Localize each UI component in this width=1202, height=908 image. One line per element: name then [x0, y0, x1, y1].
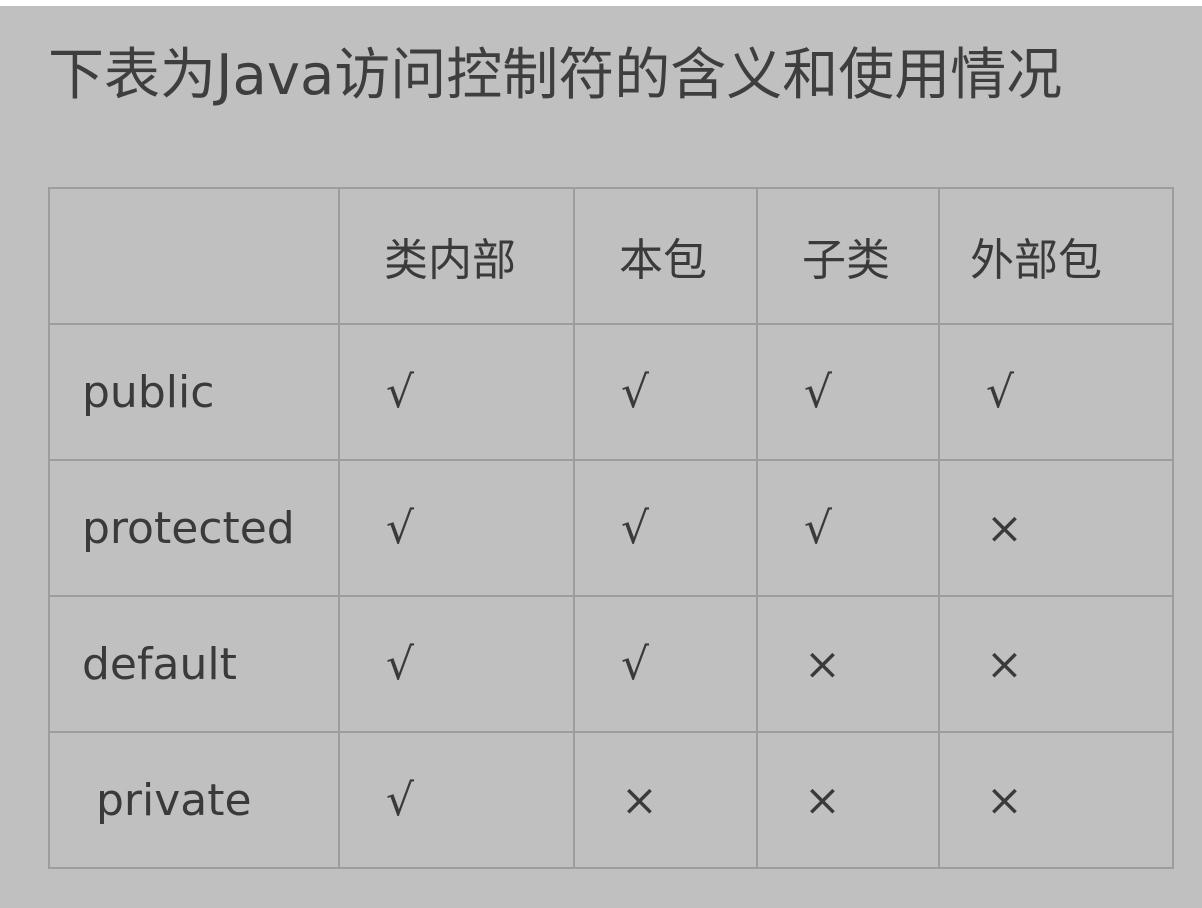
mark-cell: √ — [573, 323, 758, 461]
mark-cell: √ — [756, 323, 940, 461]
top-strip — [0, 0, 1202, 6]
table-row: public √ √ √ √ — [48, 323, 1174, 461]
mark-cell: × — [938, 595, 1174, 733]
mark-cell: √ — [338, 731, 575, 869]
mark-cell: √ — [338, 459, 575, 597]
row-label-default: default — [48, 595, 340, 733]
mark-cell: × — [756, 595, 940, 733]
mark-cell: × — [573, 731, 758, 869]
header-cell-other-package: 外部包 — [938, 187, 1174, 325]
table-row: protected √ √ √ × — [48, 459, 1174, 597]
row-label-public: public — [48, 323, 340, 461]
mark-cell: √ — [756, 459, 940, 597]
mark-cell: √ — [338, 595, 575, 733]
row-label-private: private — [48, 731, 340, 869]
access-control-table: 类内部 本包 子类 外部包 public √ √ √ √ protected √… — [48, 187, 1174, 869]
table-row: default √ √ × × — [48, 595, 1174, 733]
header-cell-class-internal: 类内部 — [338, 187, 575, 325]
mark-cell: √ — [573, 595, 758, 733]
table-row: private √ × × × — [48, 731, 1174, 869]
mark-cell: × — [938, 459, 1174, 597]
row-label-protected: protected — [48, 459, 340, 597]
table-header-row: 类内部 本包 子类 外部包 — [48, 187, 1174, 325]
mark-cell: × — [938, 731, 1174, 869]
mark-cell: √ — [938, 323, 1174, 461]
mark-cell: × — [756, 731, 940, 869]
page-title: 下表为Java访问控制符的含义和使用情况 — [48, 43, 1063, 108]
mark-cell: √ — [573, 459, 758, 597]
header-cell-same-package: 本包 — [573, 187, 758, 325]
header-cell-subclass: 子类 — [756, 187, 940, 325]
mark-cell: √ — [338, 323, 575, 461]
header-cell-empty — [48, 187, 340, 325]
